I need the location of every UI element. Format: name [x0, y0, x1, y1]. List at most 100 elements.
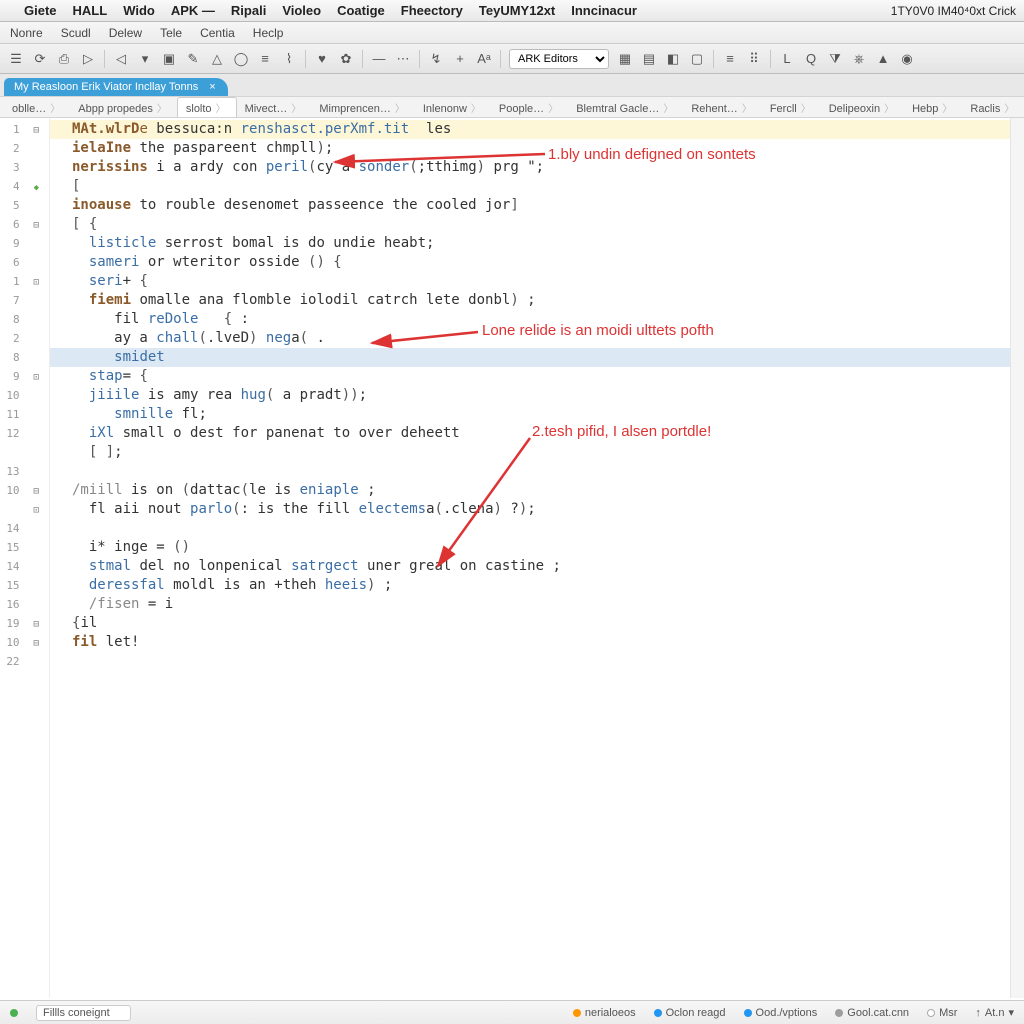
code-line[interactable]: inoause to rouble desenomet passeence th…: [50, 196, 1024, 215]
subtab[interactable]: Rehent…: [683, 98, 761, 117]
menu-item[interactable]: Violeo: [282, 3, 321, 18]
menu-item[interactable]: HALL: [73, 3, 108, 18]
code-line[interactable]: deressfal moldl is an +theh heeis) ;: [50, 576, 1024, 595]
code-line[interactable]: seri+ {: [50, 272, 1024, 291]
target-icon[interactable]: ◉: [899, 51, 915, 67]
book-icon[interactable]: ▣: [161, 51, 177, 67]
run-icon[interactable]: ▷: [80, 51, 96, 67]
menu-item[interactable]: Giete: [24, 3, 57, 18]
menu-item[interactable]: Fheectory: [401, 3, 463, 18]
code-line[interactable]: jiiile is amy rea hug( a pradt));: [50, 386, 1024, 405]
code-line[interactable]: /miill is on (dattac(le is eniaple ;: [50, 481, 1024, 500]
status-item[interactable]: Gool.cat.cnn: [835, 1007, 909, 1019]
code-line[interactable]: fil let!: [50, 633, 1024, 652]
code-line[interactable]: listicle serrost bomal is do undie heabt…: [50, 234, 1024, 253]
plus-icon[interactable]: +: [452, 51, 468, 67]
app-menu-item[interactable]: Delew: [109, 26, 142, 40]
status-field[interactable]: Fillls coneignt: [36, 1005, 131, 1021]
code-line[interactable]: stmal del no lonpenical satrgect uner gr…: [50, 557, 1024, 576]
code-line[interactable]: nerissins i a ardy con peril(cy a sonder…: [50, 158, 1024, 177]
app-menu-item[interactable]: Nonre: [10, 26, 43, 40]
menu-item[interactable]: APK —: [171, 3, 215, 18]
font-icon[interactable]: Aᵃ: [476, 51, 492, 67]
filter-icon[interactable]: ⧩: [827, 51, 843, 67]
subtab[interactable]: Fercll: [762, 98, 821, 117]
list-icon[interactable]: ≡: [257, 51, 273, 67]
code-line[interactable]: [ ];: [50, 443, 1024, 462]
subtab[interactable]: Poople…: [491, 98, 568, 117]
code-line[interactable]: smnille fl;: [50, 405, 1024, 424]
status-item[interactable]: nerialoeos: [573, 1007, 636, 1019]
app-menu-item[interactable]: Scudl: [61, 26, 91, 40]
dots-icon[interactable]: ⠿: [746, 51, 762, 67]
pin-icon[interactable]: ⎈: [851, 51, 867, 67]
code-line[interactable]: fiemi omalle ana flomble iolodil catrch …: [50, 291, 1024, 310]
search-icon[interactable]: Q: [803, 51, 819, 67]
heart-icon[interactable]: ♥: [314, 51, 330, 67]
code-line[interactable]: [50, 652, 1024, 671]
status-item[interactable]: Oclon reagd: [654, 1007, 726, 1019]
code-line[interactable]: iXl small o dest for panenat to over deh…: [50, 424, 1024, 443]
code-line[interactable]: fil reDole { :: [50, 310, 1024, 329]
link-icon[interactable]: ⌇: [281, 51, 297, 67]
subtab[interactable]: Raclis: [962, 98, 1024, 117]
subtab[interactable]: Blemtral Gacle…: [568, 98, 683, 117]
subtab[interactable]: Mivect…: [237, 98, 312, 117]
box-icon[interactable]: ◧: [665, 51, 681, 67]
code-line[interactable]: sameri or wteritor osside () {: [50, 253, 1024, 272]
code-line[interactable]: MAt.wlrDe bessuca:n renshasct.perXmf.tit…: [50, 120, 1024, 139]
status-item[interactable]: Msr: [927, 1007, 957, 1019]
subtab[interactable]: Mimprencen…: [311, 98, 415, 117]
box2-icon[interactable]: ▢: [689, 51, 705, 67]
code-line[interactable]: [ {: [50, 215, 1024, 234]
status-item[interactable]: ↑ At.n ▾: [975, 1006, 1014, 1019]
vertical-scrollbar[interactable]: [1010, 118, 1024, 998]
refresh-icon[interactable]: ⟳: [32, 51, 48, 67]
code-line[interactable]: i* inge = (): [50, 538, 1024, 557]
menu-item[interactable]: TeyUMY12xt: [479, 3, 555, 18]
warn-icon[interactable]: △: [209, 51, 225, 67]
cal-icon[interactable]: ▤: [641, 51, 657, 67]
code-line[interactable]: fl aii nout parlo(: is the fill electems…: [50, 500, 1024, 519]
menu-item[interactable]: Coatige: [337, 3, 385, 18]
subtab[interactable]: Hebp: [904, 98, 962, 117]
code-editor[interactable]: 1234569617828910111213101415141516191022…: [0, 118, 1024, 998]
app-menu-item[interactable]: Centia: [200, 26, 235, 40]
menu-item[interactable]: Wido: [123, 3, 155, 18]
subtab[interactable]: Inlenonw: [415, 98, 491, 117]
code-line[interactable]: [50, 519, 1024, 538]
close-icon[interactable]: ×: [209, 81, 215, 93]
subtab[interactable]: Delipeoxin: [821, 98, 904, 117]
circle-icon[interactable]: ◯: [233, 51, 249, 67]
minus-icon[interactable]: —: [371, 51, 387, 67]
code-line[interactable]: [50, 462, 1024, 481]
app-menu-item[interactable]: Heclp: [253, 26, 284, 40]
code-line[interactable]: /fisen = i: [50, 595, 1024, 614]
code-line[interactable]: [: [50, 177, 1024, 196]
status-item[interactable]: Ood./vptions: [744, 1007, 818, 1019]
wand-icon[interactable]: ↯: [428, 51, 444, 67]
hlines-icon[interactable]: ≡: [722, 51, 738, 67]
down-icon[interactable]: ▾: [137, 51, 153, 67]
code-line[interactable]: smidet: [50, 348, 1024, 367]
more-icon[interactable]: ⋯: [395, 51, 411, 67]
perspective-select[interactable]: ARK Editors: [509, 49, 609, 69]
menu-item[interactable]: Inncinacur: [571, 3, 637, 18]
subtab[interactable]: oblle…: [4, 98, 70, 117]
save-icon[interactable]: ⎙: [56, 51, 72, 67]
code-area[interactable]: MAt.wlrDe bessuca:n renshasct.perXmf.tit…: [50, 118, 1024, 998]
subtab[interactable]: Abpp propedes: [70, 98, 177, 117]
subtab[interactable]: slolto: [177, 97, 237, 118]
l-icon[interactable]: L: [779, 51, 795, 67]
editor-title-tab[interactable]: My Reasloon Erik Viator Incllay Tonns ×: [4, 78, 228, 96]
code-line[interactable]: {il: [50, 614, 1024, 633]
app-menu-item[interactable]: Tele: [160, 26, 182, 40]
back-icon[interactable]: ◁: [113, 51, 129, 67]
code-line[interactable]: ielaIne the paspareent chmpll);: [50, 139, 1024, 158]
grid-icon[interactable]: ▦: [617, 51, 633, 67]
user-icon[interactable]: ▲: [875, 51, 891, 67]
code-line[interactable]: stap= {: [50, 367, 1024, 386]
pencil-icon[interactable]: ✎: [185, 51, 201, 67]
gear-icon[interactable]: ✿: [338, 51, 354, 67]
menu-item[interactable]: Ripali: [231, 3, 266, 18]
